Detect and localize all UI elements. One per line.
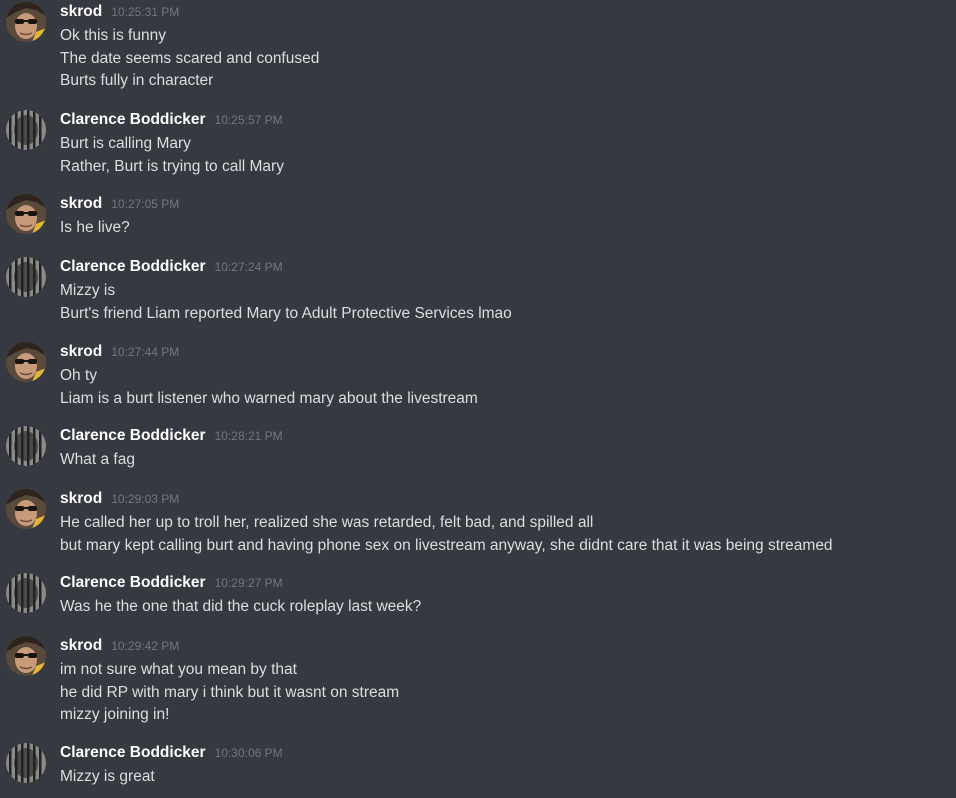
avatar[interactable] [6, 573, 46, 613]
timestamp: 10:29:27 PM [214, 576, 283, 590]
timestamp: 10:28:21 PM [214, 429, 283, 443]
message-text: but mary kept calling burt and having ph… [60, 536, 833, 554]
message-text: Burt is calling Mary [60, 135, 191, 152]
username[interactable]: skrod [60, 3, 102, 20]
username[interactable]: skrod [60, 343, 102, 360]
avatar[interactable] [6, 743, 46, 783]
avatar[interactable] [6, 636, 46, 676]
username[interactable]: skrod [60, 637, 102, 654]
timestamp: 10:30:06 PM [214, 746, 283, 760]
avatar[interactable] [6, 2, 46, 42]
avatar[interactable] [6, 342, 46, 382]
message-text: Burt's friend Liam reported Mary to Adul… [60, 304, 512, 322]
message-text: Mizzy is great [60, 768, 155, 785]
timestamp: 10:29:42 PM [111, 639, 180, 653]
username[interactable]: skrod [60, 195, 102, 212]
message-text: mizzy joining in! [60, 706, 170, 723]
username[interactable]: Clarence Boddicker [60, 574, 206, 591]
username[interactable]: Clarence Boddicker [60, 111, 206, 128]
username[interactable]: Clarence Boddicker [60, 744, 206, 761]
message-text: he did RP with mary i think but it wasnt… [60, 683, 400, 701]
message-text: Rather, Burt is trying to call Mary [60, 157, 284, 175]
username[interactable]: skrod [60, 490, 102, 507]
avatar[interactable] [6, 110, 46, 150]
timestamp: 10:29:03 PM [111, 492, 180, 506]
timestamp: 10:27:44 PM [111, 345, 180, 359]
message-text: Oh ty [60, 367, 98, 384]
timestamp: 10:27:05 PM [111, 197, 180, 211]
message-text: Is he live? [60, 219, 130, 236]
message-text: Burts fully in character [60, 72, 214, 89]
avatar[interactable] [6, 194, 46, 234]
message-text: The date seems scared and confused [60, 49, 320, 67]
message-text: Was he the one that did the cuck rolepla… [60, 598, 422, 615]
username[interactable]: Clarence Boddicker [60, 258, 206, 275]
username[interactable]: Clarence Boddicker [60, 427, 206, 444]
avatar[interactable] [6, 426, 46, 466]
timestamp: 10:25:57 PM [214, 113, 283, 127]
message-text: im not sure what you mean by that [60, 661, 297, 678]
message-text: Mizzy is [60, 282, 116, 299]
message-text: Liam is a burt listener who warned mary … [60, 389, 478, 407]
message-text: He called her up to troll her, realized … [60, 514, 594, 531]
message-text: What a fag [60, 451, 135, 468]
avatar[interactable] [6, 257, 46, 297]
timestamp: 10:25:31 PM [111, 5, 180, 19]
chat-messages: skrod 10:25:31 PM Ok this is funny The da… [0, 0, 956, 798]
avatar[interactable] [6, 489, 46, 529]
timestamp: 10:27:24 PM [214, 260, 283, 274]
message-text: Ok this is funny [60, 27, 166, 44]
